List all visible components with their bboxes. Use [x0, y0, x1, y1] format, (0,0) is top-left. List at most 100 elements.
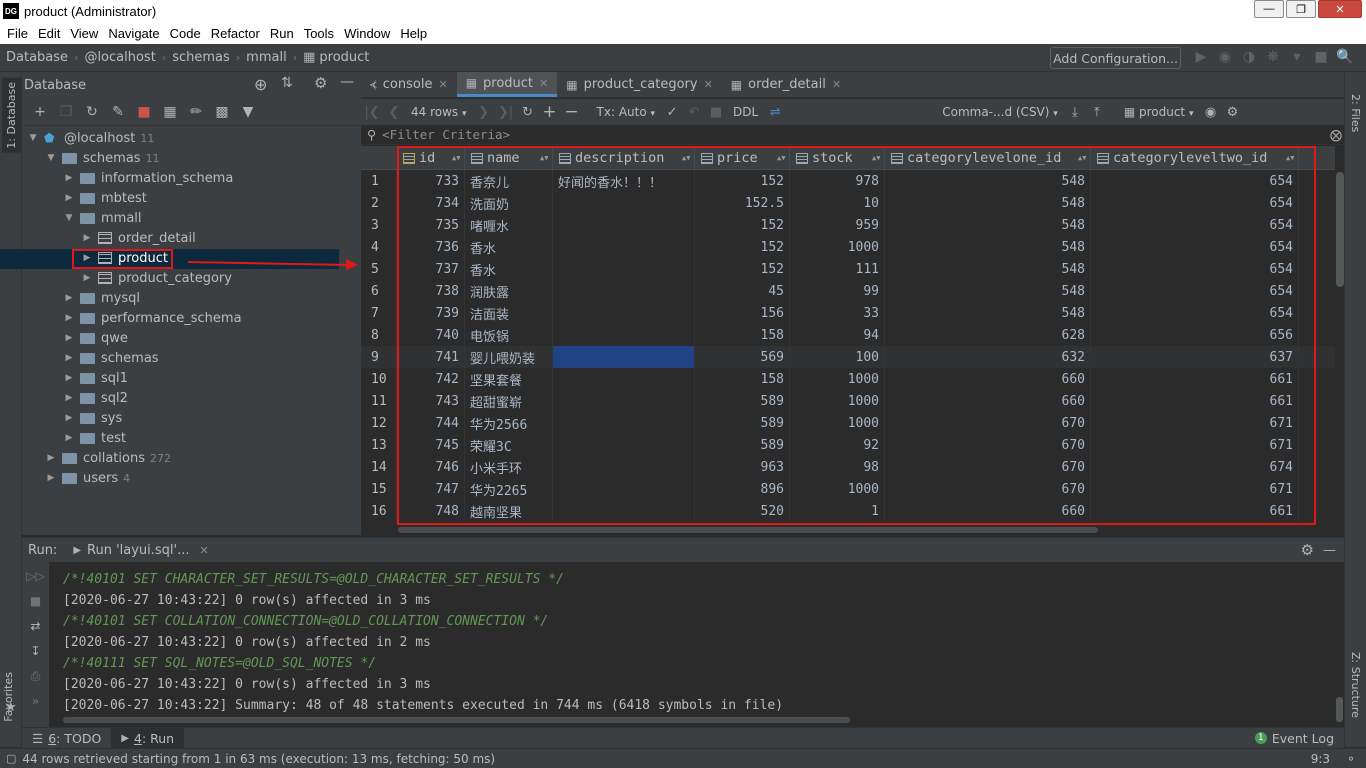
lock-icon[interactable]: ⚬ — [1346, 752, 1356, 766]
synchronize-icon[interactable]: ✎ — [108, 102, 128, 122]
add-icon[interactable]: + — [30, 102, 50, 122]
gear-icon[interactable]: ⚙ — [1222, 101, 1244, 123]
compare-icon[interactable]: ⇌ — [764, 101, 786, 123]
debug-icon[interactable]: ◉ — [1216, 48, 1234, 66]
menu-navigate[interactable]: Navigate — [103, 26, 164, 41]
coverage-icon[interactable]: ◑ — [1240, 48, 1258, 66]
scroll-end-icon[interactable]: ↧ — [22, 640, 49, 662]
edit-icon[interactable]: ✏ — [186, 102, 206, 122]
profile-icon[interactable]: ❋ — [1264, 48, 1282, 66]
rollback-icon[interactable]: ↶ — [683, 101, 705, 123]
menu-run[interactable]: Run — [265, 26, 299, 41]
chevron-right-icon[interactable]: ▶ — [62, 433, 76, 443]
console-icon[interactable]: ▩ — [212, 102, 232, 122]
row-count[interactable]: 44 rows ▾ — [405, 105, 473, 119]
refresh-icon[interactable]: ↻ — [82, 102, 102, 122]
copy-icon[interactable]: ❐ — [56, 102, 76, 122]
menu-view[interactable]: View — [65, 26, 103, 41]
tab-order-detail[interactable]: ▦ order_detail ✕ — [722, 72, 850, 97]
filter-bar[interactable]: ⚲ <Filter Criteria> ⨂ — [361, 125, 1344, 145]
dropdown-icon[interactable]: ▾ — [1288, 48, 1306, 66]
tree-item-performance-schema[interactable]: ▶ performance_schema — [62, 308, 242, 328]
tree-item-schemas[interactable]: ▶ schemas — [62, 348, 159, 368]
filter-icon[interactable]: ▼ — [238, 102, 258, 122]
tab-product[interactable]: ▦ product ✕ — [456, 72, 558, 97]
menu-code[interactable]: Code — [165, 26, 206, 41]
breadcrumb-item[interactable]: mmall — [240, 50, 293, 65]
grid-vertical-scrollbar[interactable] — [1336, 172, 1344, 287]
close-icon[interactable]: ✕ — [1318, 0, 1362, 18]
tree-item-order-detail[interactable]: ▶ order_detail — [80, 228, 196, 248]
chevron-right-icon[interactable]: ▶ — [62, 313, 76, 323]
add-row-icon[interactable]: + — [539, 101, 561, 123]
prev-page-icon[interactable]: ❮ — [383, 101, 405, 123]
delete-row-icon[interactable]: − — [561, 101, 583, 123]
menu-window[interactable]: Window — [339, 26, 395, 41]
menu-refactor[interactable]: Refactor — [206, 26, 265, 41]
gear-icon[interactable]: ⚙ — [1301, 541, 1314, 559]
target-table-select[interactable]: ▦ product ▾ — [1118, 105, 1200, 119]
close-tab-icon[interactable]: ✕ — [539, 77, 548, 90]
tab-run[interactable]: ▶ 4: Run — [111, 727, 185, 749]
print-icon[interactable]: ⎙ — [22, 665, 49, 687]
upload-icon[interactable]: ⤒ — [1086, 101, 1108, 123]
tree-item-test[interactable]: ▶ test — [62, 428, 126, 448]
stop-icon[interactable]: ■ — [1312, 48, 1330, 66]
download-icon[interactable]: ⤓ — [1064, 101, 1086, 123]
tree-item-product-category[interactable]: ▶ product_category — [80, 268, 232, 288]
close-tab-icon[interactable]: ✕ — [200, 544, 209, 557]
event-log-button[interactable]: 1 Event Log — [1245, 728, 1344, 749]
search-everywhere-icon[interactable]: 🔍 — [1336, 48, 1354, 66]
tree-item-sql1[interactable]: ▶ sql1 — [62, 368, 128, 388]
tree-item-sys[interactable]: ▶ sys — [62, 408, 123, 428]
chevron-down-icon[interactable]: ▼ — [62, 213, 76, 223]
clear-filter-icon[interactable]: ⨂ — [1330, 128, 1342, 142]
menu-tools[interactable]: Tools — [299, 26, 339, 41]
minimize-icon[interactable]: — — [1254, 0, 1284, 18]
hide-icon[interactable]: — — [340, 74, 354, 90]
chevron-right-icon[interactable]: ▶ — [62, 373, 76, 383]
tree-item-mysql[interactable]: ▶ mysql — [62, 288, 140, 308]
chevron-right-icon[interactable]: ▶ — [44, 453, 58, 463]
chevron-right-icon[interactable]: ▶ — [44, 473, 58, 483]
tree-item-users[interactable]: ▶ users 4 — [44, 468, 131, 488]
menu-edit[interactable]: Edit — [33, 26, 65, 41]
gear-icon[interactable]: ⚙ — [314, 74, 327, 92]
cancel-icon[interactable]: ■ — [705, 101, 727, 123]
tx-mode[interactable]: Tx: Auto ▾ — [591, 105, 662, 119]
run-icon[interactable]: ▶ — [1192, 48, 1210, 66]
chevron-right-icon[interactable]: ▶ — [62, 173, 76, 183]
tree-item-mmall[interactable]: ▼ mmall — [62, 208, 142, 228]
tree-item-information-schema[interactable]: ▶ information_schema — [62, 168, 234, 188]
table-view-icon[interactable]: ▦ — [160, 102, 180, 122]
commit-icon[interactable]: ✓ — [661, 101, 683, 123]
tab-database-tool[interactable]: 1: Database — [2, 78, 21, 153]
first-page-icon[interactable]: |❮ — [361, 101, 383, 123]
stop-icon[interactable]: ■ — [134, 102, 154, 122]
tree-item--localhost[interactable]: ▼ ⬟ @localhost 11 — [26, 128, 155, 148]
chevron-right-icon[interactable]: ▶ — [62, 353, 76, 363]
breadcrumb-item[interactable]: @localhost — [78, 50, 161, 65]
menu-file[interactable]: File — [2, 26, 33, 41]
chevron-right-icon[interactable]: ▶ — [62, 293, 76, 303]
tree-item-sql2[interactable]: ▶ sql2 — [62, 388, 128, 408]
close-tab-icon[interactable]: ✕ — [704, 78, 713, 91]
collapse-icon[interactable]: ⇅ — [281, 75, 293, 91]
layout-icon[interactable]: ▢ — [6, 752, 16, 765]
tree-item-mbtest[interactable]: ▶ mbtest — [62, 188, 147, 208]
chevron-right-icon[interactable]: ▶ — [80, 233, 94, 243]
menu-help[interactable]: Help — [395, 26, 432, 41]
ddl-button[interactable]: DDL — [727, 105, 764, 119]
tab-product-category[interactable]: ▦ product_category ✕ — [557, 72, 722, 97]
close-tab-icon[interactable]: ✕ — [438, 78, 447, 91]
maximize-icon[interactable]: ❐ — [1286, 0, 1316, 18]
run-tab[interactable]: ▶ Run 'layui.sql'... ✕ — [65, 543, 216, 558]
chevron-right-icon[interactable]: ▶ — [62, 393, 76, 403]
reload-icon[interactable]: ↻ — [517, 101, 539, 123]
more-icon[interactable]: » — [22, 690, 49, 712]
console-horizontal-scrollbar[interactable] — [63, 717, 850, 723]
tab-todo[interactable]: ☰ 6: TODO — [22, 728, 111, 749]
grid-horizontal-scrollbar[interactable] — [398, 527, 1098, 533]
tree-item-collations[interactable]: ▶ collations 272 — [44, 448, 171, 468]
tab-structure[interactable]: Z: Structure — [1349, 652, 1362, 718]
